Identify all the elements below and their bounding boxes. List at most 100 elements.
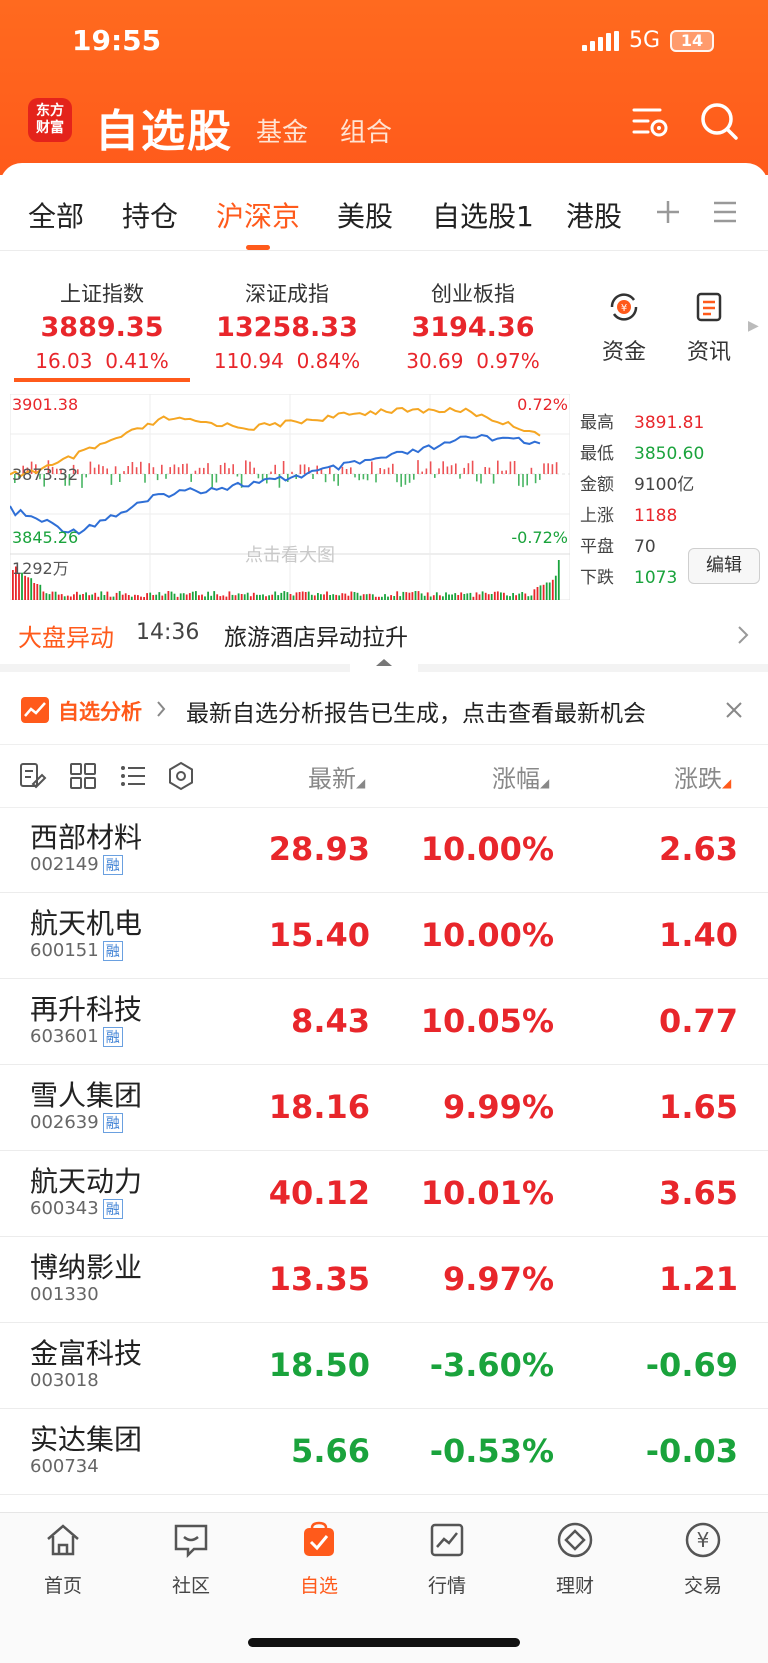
volume-bar-up xyxy=(60,594,63,600)
volume-bar-up xyxy=(496,591,499,600)
market-alert-row[interactable]: 大盘异动 14:36 旅游酒店异动拉升 xyxy=(0,612,768,656)
breadth-bar-down xyxy=(236,474,239,477)
breadth-bar-down xyxy=(358,474,360,481)
stock-row[interactable]: 再升科技 603601 融 8.43 10.05% 0.77 xyxy=(0,978,768,1065)
volume-bar-down xyxy=(469,592,472,600)
volume-bar-up xyxy=(124,593,127,600)
nav-trade[interactable]: ¥ 交易 xyxy=(653,1520,753,1598)
stat-low: 最低 3850.60 xyxy=(580,444,705,464)
volume-bar-down xyxy=(512,593,514,600)
news-button[interactable]: 资讯 xyxy=(674,290,744,366)
tab-fund[interactable]: 基金 xyxy=(256,112,308,149)
breadth-bar-down xyxy=(522,474,524,488)
breadth-bar-up xyxy=(282,461,285,474)
breadth-bar-down xyxy=(144,474,146,483)
breadth-bar-up xyxy=(291,471,293,474)
breadth-bar-up xyxy=(123,471,125,474)
scroll-right-icon[interactable]: ▶ xyxy=(748,318,759,334)
edit-list-icon[interactable] xyxy=(18,761,48,791)
edit-button[interactable]: 编辑 xyxy=(688,548,760,584)
volume-bar-up xyxy=(390,595,392,600)
stock-code: 603601 融 xyxy=(30,1026,123,1047)
sort-pct[interactable]: 涨幅◢ xyxy=(492,759,549,794)
volume-bar-down xyxy=(320,594,322,600)
nav-watchlist-label: 自选 xyxy=(299,1575,338,1597)
sort-latest[interactable]: 最新◢ xyxy=(308,759,365,794)
search-button[interactable] xyxy=(698,100,740,142)
volume-bar-down xyxy=(521,592,524,600)
volume-bar-up xyxy=(127,595,130,600)
stock-row[interactable]: 航天动力 600343 融 40.12 10.01% 3.65 xyxy=(0,1150,768,1237)
volume-bar-up xyxy=(396,591,399,600)
breadth-bar-down xyxy=(215,474,218,483)
category-tab-all[interactable]: 全部 xyxy=(28,195,84,235)
volume-bar-up xyxy=(493,591,496,600)
stock-row[interactable]: 博纳影业 001330 13.35 9.97% 1.21 xyxy=(0,1236,768,1323)
breadth-bar-down xyxy=(480,474,482,484)
settings-icon xyxy=(632,108,668,137)
close-icon[interactable] xyxy=(724,700,744,720)
breadth-bar-down xyxy=(400,474,402,487)
volume-bar-up xyxy=(188,593,191,600)
nav-watchlist[interactable]: 自选 xyxy=(269,1520,369,1598)
category-tab-us[interactable]: 美股 xyxy=(337,195,393,235)
volume-bar-up xyxy=(216,594,219,600)
nav-wealth[interactable]: 理财 xyxy=(525,1520,625,1598)
volume-bar-down xyxy=(338,595,341,600)
nav-market[interactable]: 行情 xyxy=(397,1520,497,1598)
category-tab-custom1[interactable]: 自选股1 xyxy=(432,195,534,235)
volume-bar-up xyxy=(249,596,252,600)
volume-bar-down xyxy=(429,596,432,600)
volume-bar-up xyxy=(82,594,84,600)
volume-bar-down xyxy=(466,593,469,600)
breadth-bar-down xyxy=(476,474,478,482)
category-tab-a-shares[interactable]: 沪深京 xyxy=(216,195,300,235)
volume-bar-down xyxy=(423,595,426,600)
nav-community[interactable]: 社区 xyxy=(141,1520,241,1598)
add-category-button[interactable] xyxy=(654,198,682,230)
stock-change: 2.63 xyxy=(659,830,738,868)
page-title[interactable]: 自选股 xyxy=(95,95,233,159)
category-tab-holdings[interactable]: 持仓 xyxy=(122,195,178,235)
yuan-coin-icon: ¥ xyxy=(685,1522,721,1558)
capital-flow-button[interactable]: ¥ 资金 xyxy=(589,290,659,366)
index-card-shanghai[interactable]: 上证指数 3889.35 16.03 0.41% xyxy=(17,278,187,373)
stock-price: 5.66 xyxy=(291,1432,370,1470)
intraday-chart[interactable]: 3901.38 3873.32 3845.26 0.72% -0.72% 129… xyxy=(10,394,570,600)
volume-bar-down xyxy=(213,591,216,600)
breadth-bar-down xyxy=(337,474,339,486)
category-menu-button[interactable] xyxy=(712,200,738,228)
list-settings-button[interactable] xyxy=(630,102,670,142)
volume-bar-up xyxy=(439,595,441,600)
stock-row[interactable]: 雪人集团 002639 融 18.16 9.99% 1.65 xyxy=(0,1064,768,1151)
volume-bar-up xyxy=(362,594,365,600)
status-indicators: 5G 14 xyxy=(581,28,714,53)
stock-row[interactable]: 实达集团 600734 5.66 -0.53% -0.03 xyxy=(0,1408,768,1495)
index-card-shenzhen[interactable]: 深证成指 13258.33 110.94 0.84% xyxy=(202,278,372,373)
hexagon-settings-icon[interactable] xyxy=(166,761,196,791)
sort-change[interactable]: 涨跌◢ xyxy=(674,759,731,794)
volume-bar-down xyxy=(149,592,152,600)
tab-portfolio[interactable]: 组合 xyxy=(340,112,392,149)
volume-bar-down xyxy=(48,594,51,600)
category-tab-hk[interactable]: 港股 xyxy=(566,195,622,235)
stock-row[interactable]: 金富科技 003018 18.50 -3.60% -0.69 xyxy=(0,1322,768,1409)
stock-price: 18.16 xyxy=(268,1088,370,1126)
breadth-bar-up xyxy=(232,464,234,474)
divider xyxy=(0,250,768,251)
stock-row[interactable]: 航天机电 600151 融 15.40 10.00% 1.40 xyxy=(0,892,768,979)
index-card-chinext[interactable]: 创业板指 3194.36 30.69 0.97% xyxy=(388,278,558,373)
app-logo: 东方 财富 xyxy=(28,98,72,142)
analysis-banner[interactable]: 自选分析 最新自选分析报告已生成，点击查看最新机会 xyxy=(0,682,768,738)
stock-row[interactable]: 西部材料 002149 融 28.93 10.00% 2.63 xyxy=(0,806,768,893)
volume-bar-up xyxy=(234,595,237,600)
collapse-handle[interactable] xyxy=(350,652,418,672)
stock-name: 博纳影业 xyxy=(30,1251,143,1284)
list-view-icon[interactable] xyxy=(118,761,148,791)
nav-home[interactable]: 首页 xyxy=(13,1520,113,1598)
volume-bar-down xyxy=(45,593,48,600)
volume-bar-up xyxy=(185,594,188,600)
grid-view-icon[interactable] xyxy=(68,761,98,791)
index-name: 创业板指 xyxy=(431,282,515,306)
breadth-bar-up xyxy=(270,471,272,474)
